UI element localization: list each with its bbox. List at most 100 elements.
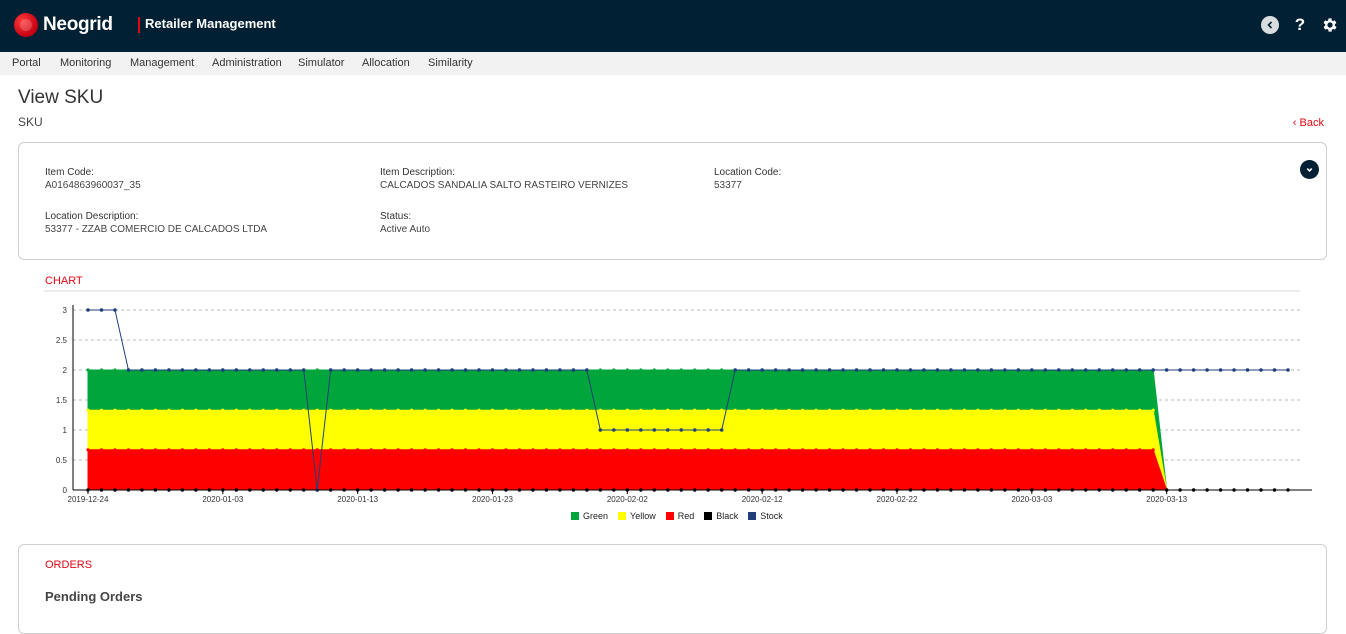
title-separator (138, 17, 140, 33)
red-point (895, 448, 899, 452)
y-tick-label: 2 (63, 366, 68, 375)
y-tick-label: 0.5 (56, 456, 68, 465)
yellow-point (126, 408, 131, 412)
red-point (477, 448, 481, 452)
red-point (989, 448, 993, 452)
x-tick-label: 2020-01-13 (337, 495, 378, 504)
menu-monitoring[interactable]: Monitoring (60, 57, 111, 69)
stock-point (261, 368, 266, 372)
red-point (733, 448, 737, 452)
green-point (625, 368, 629, 372)
menu-simulator[interactable]: Simulator (298, 57, 344, 69)
stock-point (814, 368, 818, 372)
legend-item-stock[interactable]: Stock (748, 511, 783, 521)
legend-item-red[interactable]: Red (665, 511, 694, 521)
yellow-point (531, 408, 535, 412)
yellow-point (720, 408, 724, 412)
stock-point (1056, 368, 1061, 372)
back-link[interactable]: ‹ Back (1293, 117, 1324, 129)
yellow-point (288, 408, 292, 412)
yellow-point (868, 408, 872, 412)
stock-point (113, 308, 117, 312)
red-point (221, 448, 225, 452)
yellow-point (585, 408, 589, 412)
red-point (652, 448, 656, 452)
stock-point (1003, 368, 1007, 372)
yellow-point (490, 408, 495, 412)
menu-portal[interactable]: Portal (12, 57, 41, 69)
item-code-value: A0164863960037_35 (45, 180, 141, 191)
y-tick-label: 2.5 (56, 336, 68, 345)
stock-point (962, 368, 967, 372)
menu-management[interactable]: Management (130, 57, 194, 69)
stock-point (1083, 368, 1088, 372)
stock-point (854, 368, 859, 372)
yellow-point (248, 408, 252, 412)
red-point (598, 448, 602, 452)
stock-point (1286, 368, 1290, 372)
red-point (787, 448, 791, 452)
stock-point (1259, 368, 1263, 372)
legend-label: Yellow (630, 511, 656, 521)
legend-item-green[interactable]: Green (571, 511, 608, 521)
question-icon[interactable]: ? (1291, 15, 1309, 34)
stock-point (234, 368, 239, 372)
red-point (126, 448, 131, 452)
stock-point (247, 368, 252, 372)
stock-point (382, 368, 387, 372)
yellow-point (1070, 408, 1074, 412)
stock-point (544, 368, 549, 372)
red-point (207, 448, 211, 452)
yellow-point (1124, 408, 1128, 412)
yellow-point (706, 408, 710, 412)
legend-item-yellow[interactable]: Yellow (618, 511, 656, 521)
stock-point (935, 368, 940, 372)
red-point (436, 448, 441, 452)
red-point (558, 448, 562, 452)
y-tick-label: 3 (63, 306, 68, 315)
legend-swatch (748, 512, 757, 520)
yellow-point (153, 408, 158, 412)
yellow-point (140, 408, 144, 412)
red-point (302, 448, 306, 452)
red-point (854, 448, 859, 452)
gear-icon[interactable] (1321, 16, 1339, 34)
location-code-value: 53377 (714, 180, 742, 191)
yellow-point (504, 408, 508, 412)
stock-point (881, 368, 886, 372)
x-tick-label: 2020-03-13 (1146, 495, 1187, 504)
red-point (490, 448, 495, 452)
neogrid-logo[interactable]: Neogrid (14, 13, 113, 37)
stock-point (1205, 368, 1209, 372)
yellow-point (86, 408, 90, 412)
stock-point (827, 368, 832, 372)
item-description-label: Item Description: (380, 167, 456, 178)
stock-point (760, 368, 764, 372)
stock-point (288, 368, 293, 372)
y-tick-label: 0 (63, 486, 68, 495)
legend-item-black[interactable]: Black (704, 511, 738, 521)
menu-allocation[interactable]: Allocation (362, 57, 410, 69)
stock-point (504, 368, 508, 372)
red-point (113, 448, 117, 452)
yellow-point (180, 408, 184, 412)
yellow-point (733, 408, 737, 412)
yellow-point (436, 408, 441, 412)
red-point (881, 448, 886, 452)
red-point (1003, 448, 1007, 452)
yellow-point (463, 408, 468, 412)
brand-name: Neogrid (43, 14, 113, 35)
menu-similarity[interactable]: Similarity (428, 57, 473, 69)
menu-administration[interactable]: Administration (212, 57, 282, 69)
chevron-circle-icon[interactable] (1300, 160, 1319, 179)
yellow-point (989, 408, 993, 412)
yellow-point (760, 408, 764, 412)
red-point (1057, 448, 1061, 452)
circle-back-icon[interactable] (1261, 16, 1279, 34)
red-point (315, 448, 319, 452)
stock-point (665, 428, 670, 432)
stock-point (167, 368, 171, 372)
legend-swatch (704, 512, 713, 520)
red-point (935, 448, 940, 452)
stock-point (598, 428, 603, 432)
